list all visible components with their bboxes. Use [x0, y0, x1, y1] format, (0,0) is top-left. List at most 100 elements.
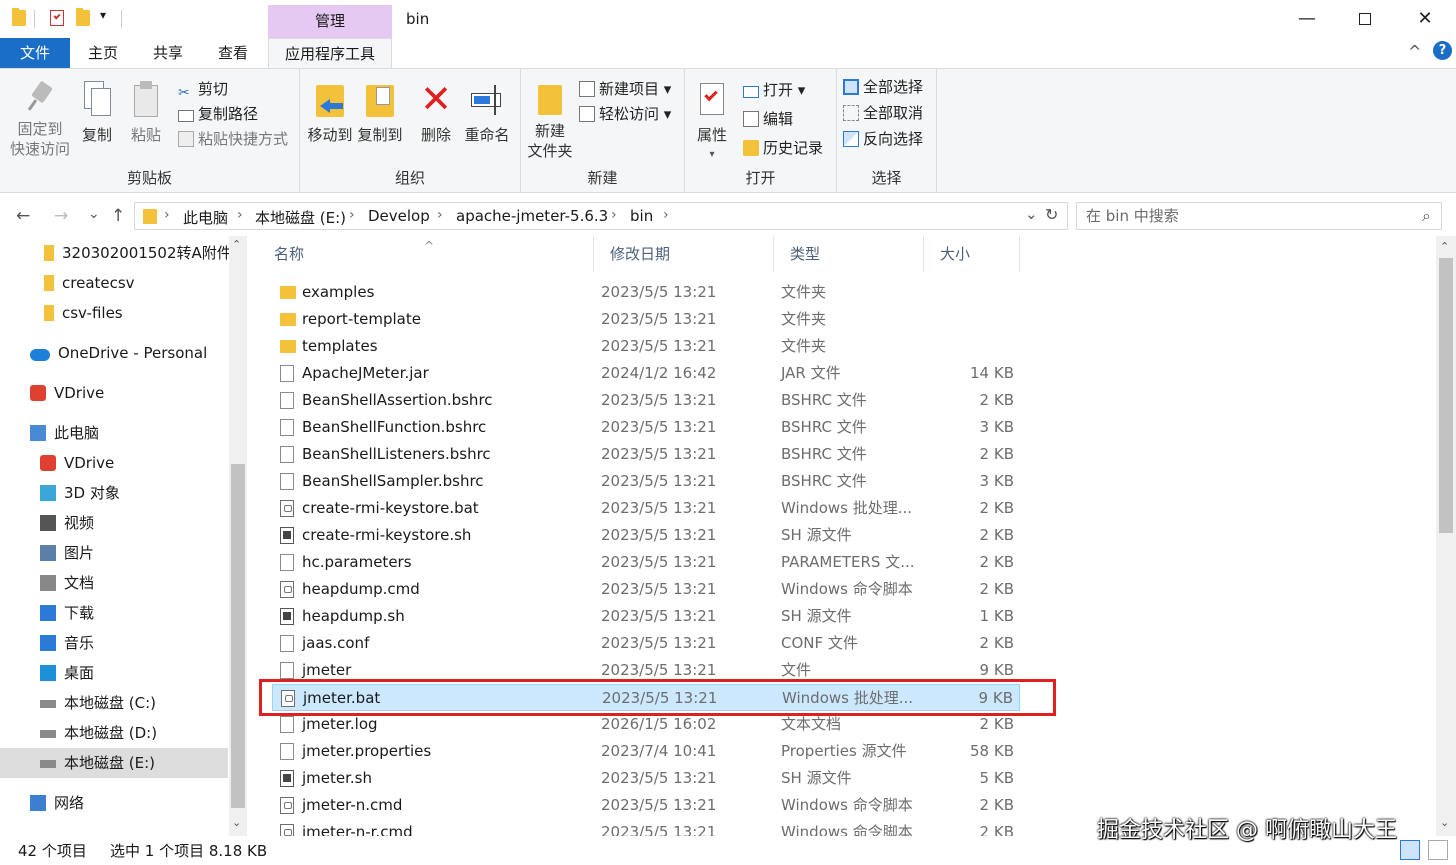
maximize-button[interactable] — [1342, 6, 1388, 32]
file-row[interactable]: templates 2023/5/5 13:21 文件夹 — [272, 333, 1020, 360]
tab-home[interactable]: 主页 — [72, 38, 134, 68]
invert-selection-button[interactable]: 反向选择 — [843, 127, 923, 151]
nav-item[interactable]: 此电脑 — [30, 418, 99, 448]
properties-icon[interactable] — [50, 10, 64, 26]
breadcrumb-this-pc[interactable]: 此电脑 — [183, 207, 228, 228]
tab-file[interactable]: 文件 — [0, 38, 70, 68]
paste-button[interactable]: 粘贴 — [124, 81, 168, 145]
large-icons-view-icon[interactable] — [1428, 840, 1448, 860]
nav-item[interactable]: 视频 — [40, 508, 94, 538]
back-button[interactable]: ← — [16, 206, 30, 226]
nav-item[interactable]: 音乐 — [40, 628, 94, 658]
copy-button[interactable]: 复制 — [76, 81, 118, 145]
file-row[interactable]: create-rmi-keystore.bat 2023/5/5 13:21 Win… — [272, 495, 1020, 522]
qa-customize-icon[interactable]: ▾ — [100, 8, 106, 22]
delete-button[interactable]: ✕ 删除 — [418, 80, 454, 145]
edit-button[interactable]: 编辑 — [743, 107, 793, 131]
new-item-button[interactable]: 新建项目 ▾ — [579, 77, 671, 101]
file-row[interactable]: report-template 2023/5/5 13:21 文件夹 — [272, 306, 1020, 333]
nav-item[interactable]: 网络 — [30, 788, 84, 818]
rename-button[interactable]: 重命名 — [462, 81, 512, 145]
select-none-button[interactable]: 全部取消 — [843, 101, 923, 125]
file-row[interactable]: jmeter-n-r.cmd 2023/5/5 13:21 Windows 命令脚本… — [272, 819, 1020, 836]
recent-locations-button[interactable]: ⌄ — [88, 206, 100, 222]
file-row[interactable]: jmeter.properties 2023/7/4 10:41 Propertie… — [272, 738, 1020, 765]
search-input[interactable]: 在 bin 中搜索 ⌕ — [1076, 202, 1442, 230]
file-row[interactable]: BeanShellSampler.bshrc 2023/5/5 13:21 BSHR… — [272, 468, 1020, 495]
file-row[interactable]: jaas.conf 2023/5/5 13:21 CONF 文件 2 KB — [272, 630, 1020, 657]
manage-tab[interactable]: 管理 — [268, 5, 392, 38]
easy-access-button[interactable]: 轻松访问 ▾ — [579, 102, 671, 126]
up-button[interactable]: ↑ — [111, 206, 125, 226]
nav-item[interactable]: OneDrive - Personal — [30, 338, 207, 368]
tab-share[interactable]: 共享 — [138, 38, 198, 68]
scroll-up-icon[interactable]: ⌃ — [232, 238, 241, 251]
breadcrumb-separator[interactable]: › — [663, 207, 669, 223]
new-folder-icon[interactable] — [76, 8, 90, 26]
breadcrumb-separator[interactable]: › — [437, 207, 443, 223]
breadcrumb-separator[interactable]: › — [164, 207, 170, 223]
breadcrumb-bin[interactable]: bin — [630, 207, 653, 225]
scroll-down-icon[interactable]: ⌄ — [232, 816, 241, 829]
move-to-button[interactable]: 移动到 — [306, 81, 354, 145]
file-row[interactable]: heapdump.cmd 2023/5/5 13:21 Windows 命令脚本 2 … — [272, 576, 1020, 603]
refresh-icon[interactable]: ↻ — [1045, 205, 1058, 224]
address-field[interactable]: › 此电脑 › 本地磁盘 (E:) › Develop › apache-jme… — [134, 202, 1068, 230]
tab-view[interactable]: 查看 — [204, 38, 262, 68]
breadcrumb-separator[interactable]: › — [237, 207, 243, 223]
file-row[interactable]: ApacheJMeter.jar 2024/1/2 16:42 JAR 文件 14 K… — [272, 360, 1020, 387]
collapse-ribbon-icon[interactable]: ^ — [1408, 42, 1421, 61]
select-all-button[interactable]: 全部选择 — [843, 75, 923, 99]
breadcrumb-separator[interactable]: › — [611, 207, 617, 223]
breadcrumb-develop[interactable]: Develop — [368, 207, 430, 225]
column-header-size[interactable]: 大小 — [924, 236, 1020, 272]
nav-item[interactable]: 320302001502转A附件 — [44, 238, 232, 268]
file-row[interactable]: jmeter-n.cmd 2023/5/5 13:21 Windows 命令脚本 2 … — [272, 792, 1020, 819]
paste-shortcut-button[interactable]: 粘贴快捷方式 — [178, 127, 288, 151]
properties-button[interactable]: 属性 ▾ — [691, 81, 733, 165]
file-row[interactable]: examples 2023/5/5 13:21 文件夹 — [272, 279, 1020, 306]
new-folder-button[interactable]: 新建 文件夹 — [525, 81, 575, 161]
nav-scrollbar[interactable]: ⌃ ⌄ — [229, 236, 247, 836]
properties-dropdown-icon[interactable]: ▾ — [691, 145, 733, 165]
nav-item[interactable]: 下载 — [40, 598, 94, 628]
scroll-down-icon[interactable]: ⌄ — [1440, 816, 1449, 829]
nav-item[interactable]: csv-files — [44, 298, 123, 328]
file-row[interactable]: hc.parameters 2023/5/5 13:21 PARAMETERS 文.… — [272, 549, 1020, 576]
nav-item[interactable]: 本地磁盘 (C:) — [40, 688, 156, 718]
minimize-button[interactable]: — — [1284, 6, 1330, 32]
column-header-name[interactable]: 名称 ^ — [258, 236, 594, 272]
breadcrumb-separator[interactable]: › — [349, 207, 355, 223]
file-row[interactable]: jmeter.sh 2023/5/5 13:21 SH 源文件 5 KB — [272, 765, 1020, 792]
open-button[interactable]: 打开 ▾ — [743, 78, 805, 102]
address-dropdown-icon[interactable]: ⌄ — [1025, 205, 1038, 223]
copy-to-button[interactable]: 复制到 — [356, 81, 404, 145]
nav-item[interactable]: 文档 — [40, 568, 94, 598]
file-row[interactable]: heapdump.sh 2023/5/5 13:21 SH 源文件 1 KB — [272, 603, 1020, 630]
close-button[interactable]: ✕ — [1402, 6, 1448, 32]
nav-item[interactable]: VDrive — [30, 378, 104, 408]
nav-item[interactable]: 图片 — [40, 538, 94, 568]
nav-item[interactable]: 3D 对象 — [40, 478, 120, 508]
copy-path-button[interactable]: 复制路径 — [178, 102, 258, 126]
help-icon[interactable]: ? — [1433, 41, 1452, 60]
forward-button[interactable]: → — [54, 206, 68, 226]
tab-app-tools[interactable]: 应用程序工具 — [268, 38, 392, 68]
file-row[interactable]: BeanShellFunction.bshrc 2023/5/5 13:21 BSH… — [272, 414, 1020, 441]
history-button[interactable]: 历史记录 — [743, 136, 823, 160]
file-row[interactable]: create-rmi-keystore.sh 2023/5/5 13:21 SH 源… — [272, 522, 1020, 549]
column-header-type[interactable]: 类型 — [774, 236, 924, 272]
nav-item[interactable]: createcsv — [44, 268, 135, 298]
nav-item[interactable]: VDrive — [40, 448, 114, 478]
pin-quick-access-button[interactable]: 固定到 快速访问 — [6, 80, 74, 159]
nav-item[interactable]: 本地磁盘 (E:) — [0, 748, 228, 778]
cut-button[interactable]: ✂ 剪切 — [178, 77, 228, 101]
file-row[interactable]: BeanShellAssertion.bshrc 2023/5/5 13:21 BS… — [272, 387, 1020, 414]
nav-item[interactable]: 本地磁盘 (D:) — [40, 718, 157, 748]
breadcrumb-jmeter[interactable]: apache-jmeter-5.6.3 — [456, 207, 608, 225]
details-view-icon[interactable] — [1400, 840, 1420, 860]
nav-scroll-thumb[interactable] — [231, 464, 245, 808]
scroll-up-icon[interactable]: ⌃ — [1440, 240, 1449, 253]
file-list-scroll-thumb[interactable] — [1439, 258, 1453, 533]
nav-item[interactable]: 桌面 — [40, 658, 94, 688]
